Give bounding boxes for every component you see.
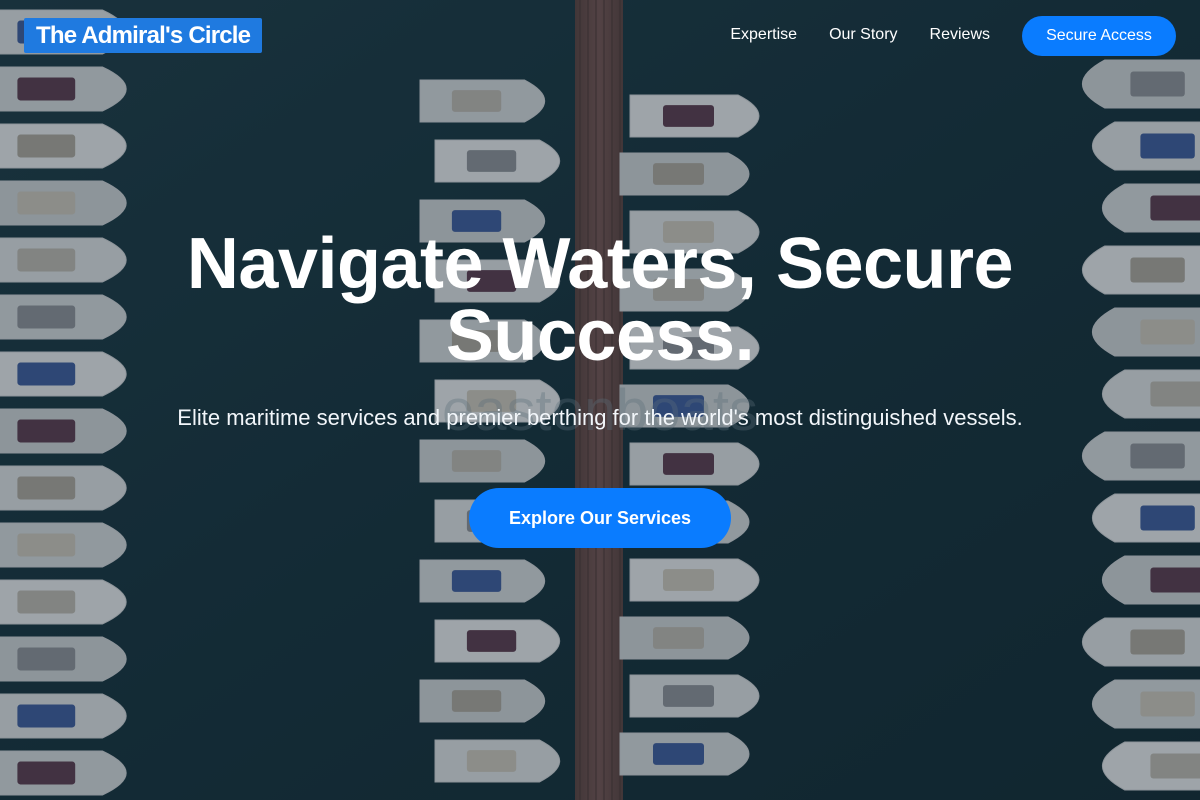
hero-section: Navigate Waters, Secure Success. Elite m…	[0, 228, 1200, 548]
hero-title: Navigate Waters, Secure Success.	[186, 224, 1014, 376]
nav-link-expertise[interactable]: Expertise	[730, 24, 797, 46]
hero-subtitle: Elite maritime services and premier bert…	[177, 405, 1023, 430]
brand-logo[interactable]: The Admiral's Circle	[24, 18, 263, 53]
nav-link-reviews[interactable]: Reviews	[930, 24, 990, 46]
top-navigation: The Admiral's Circle Expertise Our Story…	[0, 0, 1200, 72]
nav-link-our-story[interactable]: Our Story	[829, 24, 897, 46]
explore-services-button[interactable]: Explore Our Services	[469, 488, 731, 548]
secure-access-button[interactable]: Secure Access	[1022, 16, 1176, 56]
nav-links: Expertise Our Story Reviews	[730, 24, 990, 46]
